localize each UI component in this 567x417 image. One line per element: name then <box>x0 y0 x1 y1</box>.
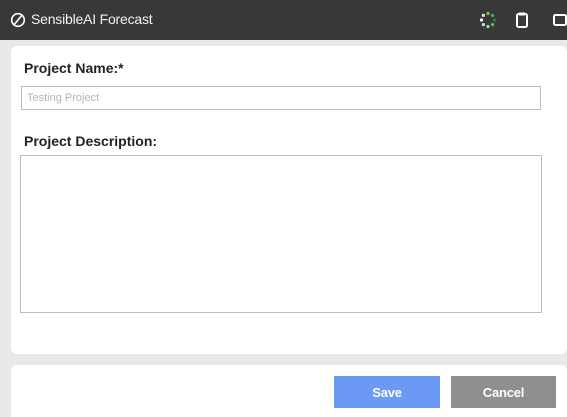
cancel-button[interactable]: Cancel <box>451 376 556 408</box>
app-logo-icon <box>10 12 26 28</box>
window-icon[interactable] <box>515 11 529 29</box>
app-title: SensibleAI Forecast <box>31 11 153 27</box>
save-button[interactable]: Save <box>334 376 440 408</box>
title-bar: SensibleAI Forecast <box>0 0 567 40</box>
loading-spinner-icon <box>479 11 497 29</box>
project-name-input[interactable] <box>21 86 541 110</box>
project-description-input[interactable] <box>20 155 542 313</box>
window-icon[interactable] <box>552 11 567 29</box>
project-description-label: Project Description: <box>24 133 158 149</box>
project-name-label: Project Name:* <box>24 60 124 76</box>
